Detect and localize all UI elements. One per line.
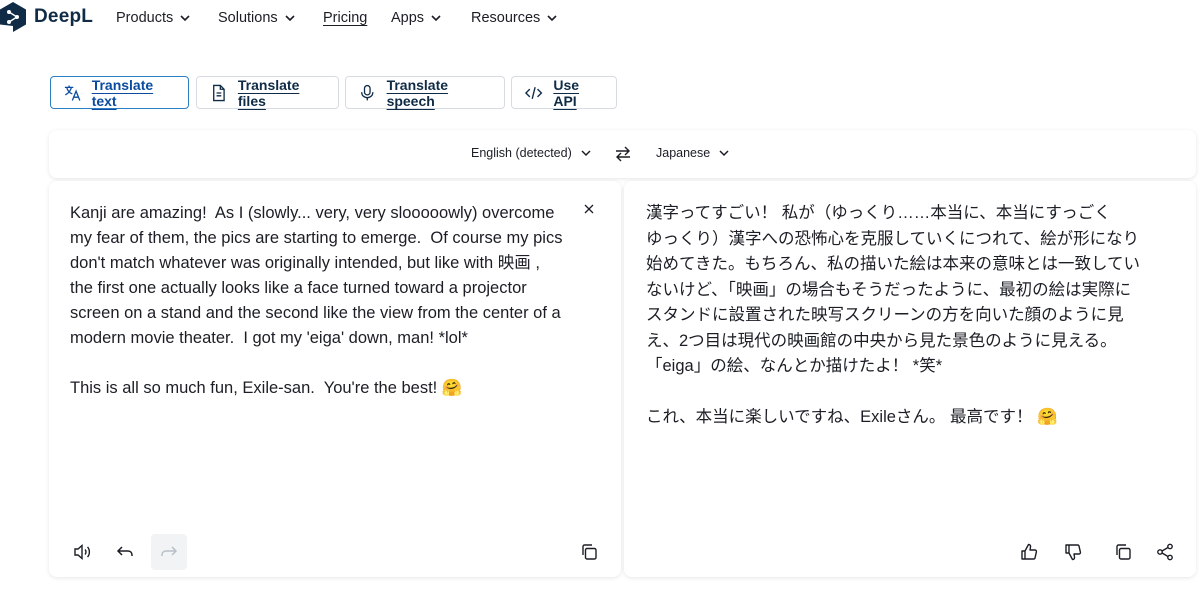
nav-apps[interactable]: Apps — [391, 10, 442, 26]
chevron-down-icon — [180, 15, 190, 22]
nav-apps-label: Apps — [391, 10, 425, 26]
chevron-down-icon — [285, 15, 295, 22]
chevron-down-icon — [719, 150, 729, 157]
nav-resources[interactable]: Resources — [471, 10, 558, 26]
source-text-input[interactable]: Kanji are amazing! As I (slowly... very,… — [70, 201, 580, 401]
chevron-down-icon — [547, 15, 557, 22]
thumbs-up-icon — [1021, 543, 1038, 560]
chevron-down-icon — [431, 15, 441, 22]
top-nav: DeepL Products Solutions Pricing Apps Re… — [0, 0, 1200, 38]
tab-translate-speech-label: Translate speech — [386, 76, 449, 109]
code-icon — [524, 86, 543, 99]
target-panel: 漢字ってすごい！ 私が（ゆっくり……本当に、本当にすっごく ゆっくり）漢字への恐… — [624, 181, 1196, 577]
undo-button[interactable] — [107, 534, 143, 570]
tab-translate-speech[interactable]: Translate speech — [345, 76, 505, 109]
deepl-logo-icon — [0, 2, 26, 32]
swap-languages-icon[interactable] — [614, 145, 632, 163]
target-language-select[interactable]: Japanese — [656, 146, 730, 160]
chevron-down-icon — [581, 150, 591, 157]
target-language-label: Japanese — [656, 146, 711, 160]
undo-icon — [116, 546, 133, 556]
copy-icon — [1116, 544, 1131, 560]
nav-solutions[interactable]: Solutions — [218, 10, 296, 26]
speaker-icon — [74, 543, 91, 561]
tab-translate-files[interactable]: Translate files — [196, 76, 339, 109]
nav-products-label: Products — [116, 10, 174, 26]
thumbs-up-button[interactable] — [1011, 534, 1047, 570]
deepl-logo[interactable]: DeepL — [0, 2, 93, 32]
tab-translate-files-label: Translate files — [237, 76, 300, 109]
tab-translate-text-label: Translate text — [91, 76, 154, 109]
thumbs-down-icon — [1065, 544, 1082, 561]
nav-pricing-label: Pricing — [323, 10, 368, 26]
nav-products[interactable]: Products — [116, 10, 191, 26]
tab-translate-text[interactable]: Translate text — [50, 76, 189, 109]
copy-source-button[interactable] — [571, 534, 607, 570]
copy-translation-button[interactable] — [1105, 534, 1141, 570]
source-panel: Kanji are amazing! As I (slowly... very,… — [49, 181, 621, 577]
source-language-select[interactable]: English (detected) — [471, 146, 592, 160]
translated-text: 漢字ってすごい！ 私が（ゆっくり……本当に、本当にすっごく ゆっくり）漢字への恐… — [646, 204, 1141, 426]
tab-use-api[interactable]: Use API — [511, 76, 617, 109]
nav-resources-label: Resources — [471, 10, 541, 26]
clear-text-button[interactable] — [573, 193, 605, 225]
redo-button[interactable] — [151, 534, 187, 570]
logo-text: DeepL — [34, 6, 94, 27]
thumbs-down-button[interactable] — [1055, 534, 1091, 570]
listen-button[interactable] — [64, 534, 100, 570]
tab-use-api-label: Use API — [553, 76, 580, 109]
redo-icon — [161, 546, 178, 556]
file-icon — [213, 84, 225, 101]
source-language-label: English (detected) — [471, 146, 572, 160]
nav-solutions-label: Solutions — [218, 10, 278, 26]
microphone-icon — [361, 84, 374, 100]
share-button[interactable] — [1147, 534, 1183, 570]
close-icon — [584, 204, 594, 214]
nav-pricing[interactable]: Pricing — [323, 10, 367, 26]
share-icon — [1157, 543, 1173, 561]
translate-icon — [64, 85, 81, 101]
copy-icon — [582, 544, 597, 560]
